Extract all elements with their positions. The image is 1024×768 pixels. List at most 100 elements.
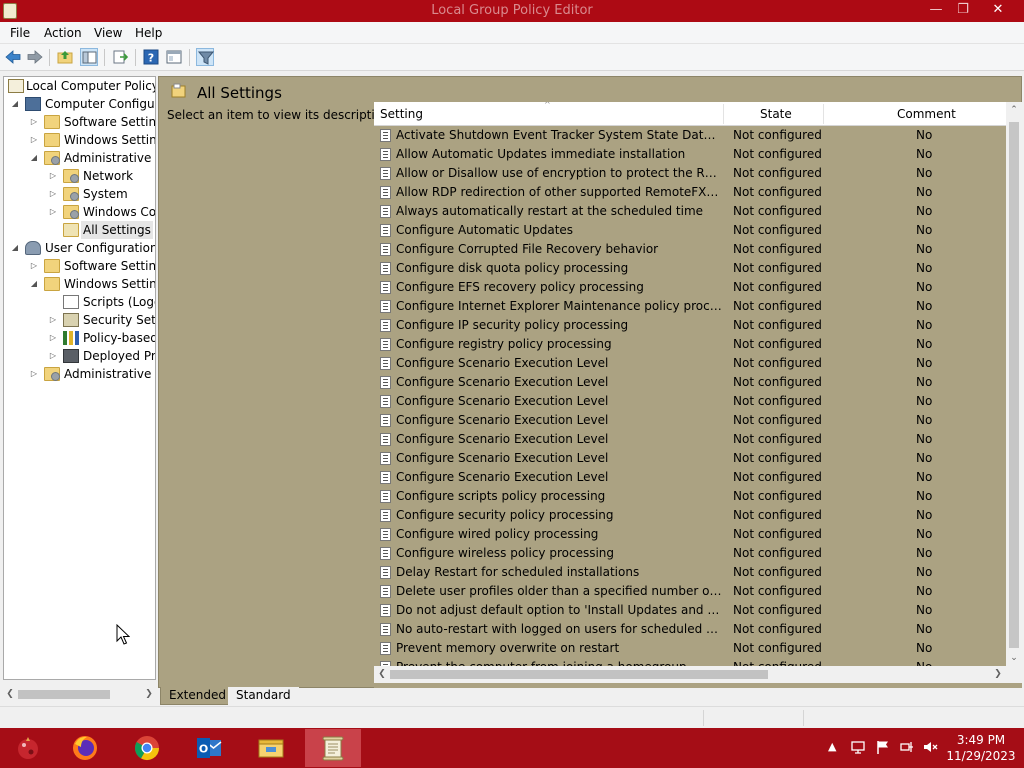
scroll-up-icon[interactable]: ⌃ — [1007, 102, 1021, 118]
table-row[interactable]: Prevent the computer from joining a home… — [374, 658, 1006, 666]
scrollbar-thumb[interactable] — [1009, 122, 1019, 648]
filter-icon[interactable] — [196, 48, 215, 66]
setting-state: Not configured — [733, 261, 822, 275]
collapse-arrow-icon[interactable]: ◢ — [10, 239, 20, 257]
expand-arrow-icon[interactable]: ▷ — [29, 113, 39, 131]
toolbar-separator — [104, 49, 105, 66]
policy-setting-icon — [380, 376, 391, 389]
close-button[interactable]: ✕ — [981, 0, 1015, 22]
scroll-left-icon[interactable]: ❮ — [3, 686, 17, 703]
table-row[interactable]: Do not adjust default option to 'Install… — [374, 601, 1006, 620]
policy-icon — [8, 79, 24, 93]
scrollbar-thumb[interactable] — [18, 690, 110, 699]
table-row[interactable]: Delay Restart for scheduled installation… — [374, 563, 1006, 582]
table-row[interactable]: Configure scripts policy processing Not c… — [374, 487, 1006, 506]
expand-arrow-icon[interactable]: ▷ — [48, 347, 58, 365]
expand-arrow-icon[interactable]: ▷ — [48, 203, 58, 221]
table-row[interactable]: Configure Scenario Execution Level Not co… — [374, 449, 1006, 468]
forward-arrow-icon[interactable] — [26, 48, 44, 66]
help-icon[interactable]: ? — [142, 48, 160, 66]
table-row[interactable]: Allow Automatic Updates immediate instal… — [374, 145, 1006, 164]
tree-horizontal-scrollbar[interactable]: ❮ ❯ — [3, 686, 156, 703]
maximize-button[interactable]: ❐ — [946, 0, 980, 22]
column-divider[interactable] — [823, 104, 824, 124]
expand-arrow-icon[interactable]: ▷ — [48, 185, 58, 203]
expand-arrow-icon[interactable]: ▷ — [48, 167, 58, 185]
tab-standard[interactable]: Standard — [228, 687, 299, 705]
scroll-right-icon[interactable]: ❯ — [142, 686, 156, 703]
menu-view[interactable]: View — [94, 26, 122, 40]
expand-arrow-icon[interactable]: ▷ — [48, 329, 58, 347]
table-row[interactable]: Prevent memory overwrite on restart Not c… — [374, 639, 1006, 658]
setting-name: Configure EFS recovery policy processing — [396, 280, 644, 294]
taskbar-group-policy-editor[interactable] — [305, 729, 361, 767]
setting-name: Configure Scenario Execution Level — [396, 356, 609, 370]
table-row[interactable]: Configure Scenario Execution Level Not co… — [374, 354, 1006, 373]
scroll-right-icon[interactable]: ❯ — [991, 666, 1005, 683]
table-row[interactable]: Configure registry policy processing Not … — [374, 335, 1006, 354]
table-row[interactable]: Configure Scenario Execution Level Not co… — [374, 430, 1006, 449]
up-folder-icon[interactable] — [56, 48, 74, 66]
table-row[interactable]: Allow RDP redirection of other supported… — [374, 183, 1006, 202]
show-hide-tree-icon[interactable] — [80, 48, 98, 66]
column-header-state[interactable]: State — [760, 107, 792, 121]
table-row[interactable]: Configure security policy processing Not … — [374, 506, 1006, 525]
taskbar-outlook[interactable]: O — [181, 729, 237, 767]
table-row[interactable]: Delete user profiles older than a specif… — [374, 582, 1006, 601]
scroll-left-icon[interactable]: ❮ — [375, 666, 389, 683]
show-hidden-icons-icon[interactable]: ▲ — [828, 740, 836, 753]
folder-gear-icon — [63, 187, 79, 201]
action-center-flag-icon[interactable] — [875, 739, 891, 758]
taskbar-firefox[interactable] — [57, 729, 113, 767]
expand-arrow-icon[interactable]: ▷ — [48, 311, 58, 329]
table-row[interactable]: Configure IP security policy processing N… — [374, 316, 1006, 335]
folder-gear-icon — [44, 151, 60, 165]
setting-comment: No — [916, 546, 933, 560]
table-row[interactable]: Configure EFS recovery policy processing… — [374, 278, 1006, 297]
expand-arrow-icon[interactable]: ▷ — [29, 365, 39, 383]
table-row[interactable]: Configure disk quota policy processing No… — [374, 259, 1006, 278]
taskbar-file-explorer[interactable] — [243, 729, 299, 767]
tab-extended[interactable]: Extended — [160, 687, 235, 705]
table-row[interactable]: Configure Scenario Execution Level Not co… — [374, 392, 1006, 411]
list-horizontal-scrollbar[interactable]: ❮ ❯ — [374, 666, 1022, 683]
table-row[interactable]: No auto-restart with logged on users for… — [374, 620, 1006, 639]
table-row[interactable]: Configure Scenario Execution Level Not co… — [374, 468, 1006, 487]
taskbar-chrome[interactable] — [119, 729, 175, 767]
table-row[interactable]: Allow or Disallow use of encryption to p… — [374, 164, 1006, 183]
table-row[interactable]: Activate Shutdown Event Tracker System S… — [374, 126, 1006, 145]
table-row[interactable]: Configure Automatic Updates Not configure… — [374, 221, 1006, 240]
column-header-comment[interactable]: Comment — [897, 107, 956, 121]
scroll-down-icon[interactable]: ⌄ — [1007, 650, 1021, 666]
column-header-setting[interactable]: Setting — [380, 107, 423, 121]
expand-arrow-icon[interactable]: ▷ — [29, 257, 39, 275]
volume-muted-icon[interactable] — [922, 739, 938, 758]
start-button[interactable] — [0, 729, 56, 767]
table-row[interactable]: Configure Internet Explorer Maintenance … — [374, 297, 1006, 316]
policy-setting-icon — [380, 262, 391, 275]
expand-arrow-icon[interactable]: ▷ — [29, 131, 39, 149]
export-list-icon[interactable] — [111, 48, 129, 66]
table-row[interactable]: Configure wired policy processing Not con… — [374, 525, 1006, 544]
collapse-arrow-icon[interactable]: ◢ — [29, 149, 39, 167]
system-clock[interactable]: 3:49 PM 11/29/2023 — [940, 732, 1022, 764]
properties-icon[interactable] — [165, 48, 183, 66]
table-row[interactable]: Configure Corrupted File Recovery behavi… — [374, 240, 1006, 259]
table-row[interactable]: Configure Scenario Execution Level Not co… — [374, 373, 1006, 392]
connectivity-icon[interactable] — [899, 739, 915, 758]
list-vertical-scrollbar[interactable]: ⌃ ⌄ — [1006, 102, 1022, 666]
menu-file[interactable]: File — [10, 26, 30, 40]
table-row[interactable]: Configure wireless policy processing Not … — [374, 544, 1006, 563]
menu-help[interactable]: Help — [135, 26, 162, 40]
table-row[interactable]: Configure Scenario Execution Level Not co… — [374, 411, 1006, 430]
column-divider[interactable] — [723, 104, 724, 124]
table-row[interactable]: Always automatically restart at the sche… — [374, 202, 1006, 221]
setting-state: Not configured — [733, 280, 822, 294]
network-icon[interactable] — [850, 739, 866, 758]
scrollbar-thumb[interactable] — [390, 670, 768, 679]
collapse-arrow-icon[interactable]: ◢ — [29, 275, 39, 293]
collapse-arrow-icon[interactable]: ◢ — [10, 95, 20, 113]
back-arrow-icon[interactable] — [4, 48, 22, 66]
setting-state: Not configured — [733, 584, 822, 598]
menu-action[interactable]: Action — [44, 26, 82, 40]
